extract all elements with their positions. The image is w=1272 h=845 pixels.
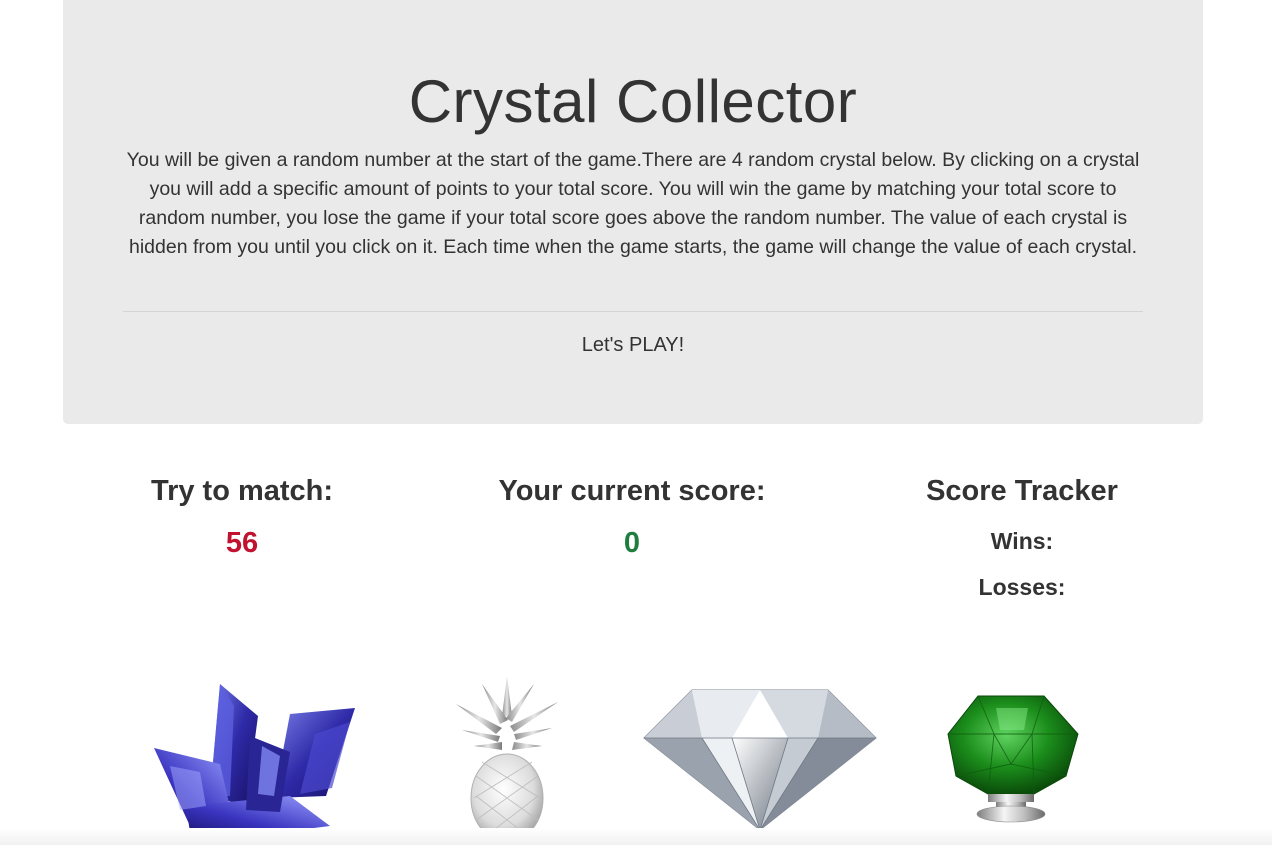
jumbotron-header: Crystal Collector You will be given a ra…	[63, 0, 1203, 424]
divider	[123, 311, 1143, 312]
game-instructions: You will be given a random number at the…	[126, 149, 1140, 258]
crystal-button-4[interactable]	[944, 694, 1082, 824]
green-crystal-knob-icon	[947, 695, 1079, 823]
current-score-panel: Your current score: 0	[492, 473, 772, 561]
page-title: Crystal Collector	[408, 68, 858, 135]
target-label: Try to match:	[150, 475, 334, 507]
current-score-label: Your current score:	[498, 475, 766, 507]
crystal-button-1[interactable]	[150, 676, 360, 845]
score-tracker-panel: Score Tracker Wins: Losses:	[882, 473, 1162, 601]
target-number: 56	[225, 527, 259, 559]
crystal-pineapple-icon	[456, 676, 558, 843]
crystal-button-3[interactable]	[642, 686, 878, 832]
play-prompt: Let's PLAY!	[581, 334, 685, 356]
score-tracker-title: Score Tracker	[926, 475, 1118, 507]
target-panel: Try to match: 56	[102, 473, 382, 561]
wins-label: Wins:	[990, 528, 1054, 554]
losses-label: Losses:	[978, 574, 1066, 600]
current-score-value: 0	[623, 527, 641, 559]
blue-crystal-cluster-icon	[154, 684, 355, 845]
crystal-button-2[interactable]	[452, 676, 562, 845]
diamond-icon	[643, 689, 877, 832]
bottom-shadow	[0, 828, 1272, 845]
